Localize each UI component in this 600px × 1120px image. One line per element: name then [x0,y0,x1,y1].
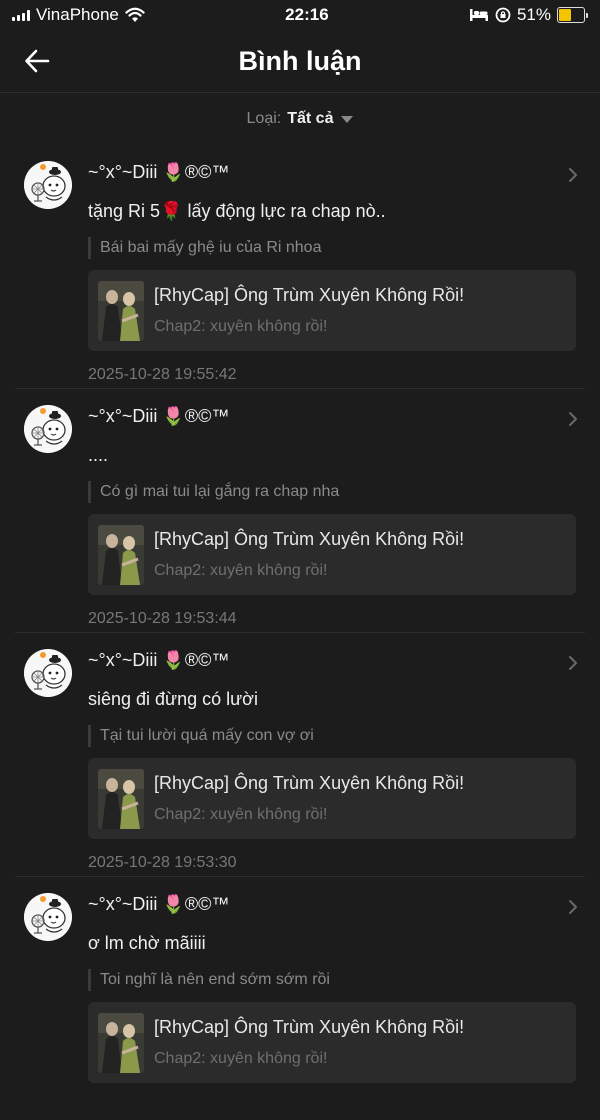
reply-quote: Toi nghĩ là nên end sớm sớm rồi [88,969,576,991]
chapter-name: Chap2: xuyên không rồi! [154,806,328,823]
comment-text: .... [88,444,109,465]
reply-quote: Tại tui lười quá mấy con vợ ơi [88,725,576,747]
comment-item[interactable]: ~°x°~Diii 🌷®©™ siêng đi đừng có lười Tại… [0,633,600,876]
chapter-name: Chap2: xuyên không rồi! [154,1050,328,1067]
avatar[interactable] [24,405,72,453]
chapter-name: Chap2: xuyên không rồi! [154,318,328,335]
avatar-illustration [24,893,72,941]
chevron-right-icon[interactable] [568,167,578,183]
avatar[interactable] [24,161,72,209]
manga-title: [RhyCap] Ông Trùm Xuyên Không Rồi! [154,1017,465,1037]
avatar-illustration [24,405,72,453]
avatar[interactable] [24,649,72,697]
filter-value: Tất cả [287,110,334,127]
page-title: Bình luận [238,45,362,76]
filter-label: Loại: [246,110,282,127]
timestamp [88,1098,576,1120]
avatar-illustration [24,649,72,697]
manga-thumbnail [98,1012,144,1073]
arrow-left-icon [25,49,50,73]
manga-thumbnail [98,768,144,829]
username[interactable]: ~°x°~Diii 🌷®©™ [88,401,576,431]
comment-item[interactable]: ~°x°~Diii 🌷®©™ tặng Ri 5🌹 lấy động lực r… [0,145,600,388]
comment-text: siêng đi đừng có lười [88,688,258,709]
comment-item[interactable]: ~°x°~Diii 🌷®©™ ơ lm chờ mãiiii Toi nghĩ … [0,877,600,1120]
caret-down-icon [341,115,354,123]
timestamp: 2025-10-28 19:55:42 [88,366,237,383]
timestamp: 2025-10-28 19:53:30 [88,854,237,871]
manga-card[interactable]: [RhyCap] Ông Trùm Xuyên Không Rồi! Chap2… [88,514,576,595]
manga-card[interactable]: [RhyCap] Ông Trùm Xuyên Không Rồi! Chap2… [88,270,576,351]
chevron-right-icon[interactable] [568,899,578,915]
chevron-right-icon[interactable] [568,411,578,427]
wifi-icon [125,7,145,22]
manga-title: [RhyCap] Ông Trùm Xuyên Không Rồi! [154,773,465,793]
orientation-lock-icon [495,7,511,23]
comment-text: tặng Ri 5🌹 lấy động lực ra chap nò.. [88,200,386,221]
username[interactable]: ~°x°~Diii 🌷®©™ [88,889,576,919]
back-button[interactable] [20,44,54,78]
status-left: VinaPhone [12,5,145,25]
reply-quote: Bái bai mấy ghệ iu của Ri nhoa [88,237,576,259]
comment-text: ơ lm chờ mãiiii [88,932,206,953]
manga-card[interactable]: [RhyCap] Ông Trùm Xuyên Không Rồi! Chap2… [88,758,576,839]
clock: 22:16 [285,5,329,24]
status-bar: VinaPhone 22:16 51% [0,0,600,30]
filter-dropdown[interactable]: Loại: Tất cả [0,93,600,145]
chapter-name: Chap2: xuyên không rồi! [154,562,328,579]
comment-list: ~°x°~Diii 🌷®©™ tặng Ri 5🌹 lấy động lực r… [0,145,600,1120]
avatar[interactable] [24,893,72,941]
battery-icon [556,7,588,23]
carrier-name: VinaPhone [36,5,119,24]
nav-bar: Bình luận [0,30,600,93]
signal-icon [12,9,30,21]
comment-item[interactable]: ~°x°~Diii 🌷®©™ .... Có gì mai tui lại gắ… [0,389,600,632]
reply-quote: Có gì mai tui lại gắng ra chap nha [88,481,576,503]
username[interactable]: ~°x°~Diii 🌷®©™ [88,157,576,187]
timestamp: 2025-10-28 19:53:44 [88,610,237,627]
manga-title: [RhyCap] Ông Trùm Xuyên Không Rồi! [154,529,465,549]
status-right: 51% [469,5,588,25]
username[interactable]: ~°x°~Diii 🌷®©™ [88,645,576,675]
manga-thumbnail [98,524,144,585]
battery-percent: 51% [516,5,551,24]
bed-icon [469,9,488,21]
chevron-right-icon[interactable] [568,655,578,671]
manga-card[interactable]: [RhyCap] Ông Trùm Xuyên Không Rồi! Chap2… [88,1002,576,1083]
avatar-illustration [24,161,72,209]
manga-title: [RhyCap] Ông Trùm Xuyên Không Rồi! [154,285,465,305]
manga-thumbnail [98,280,144,341]
